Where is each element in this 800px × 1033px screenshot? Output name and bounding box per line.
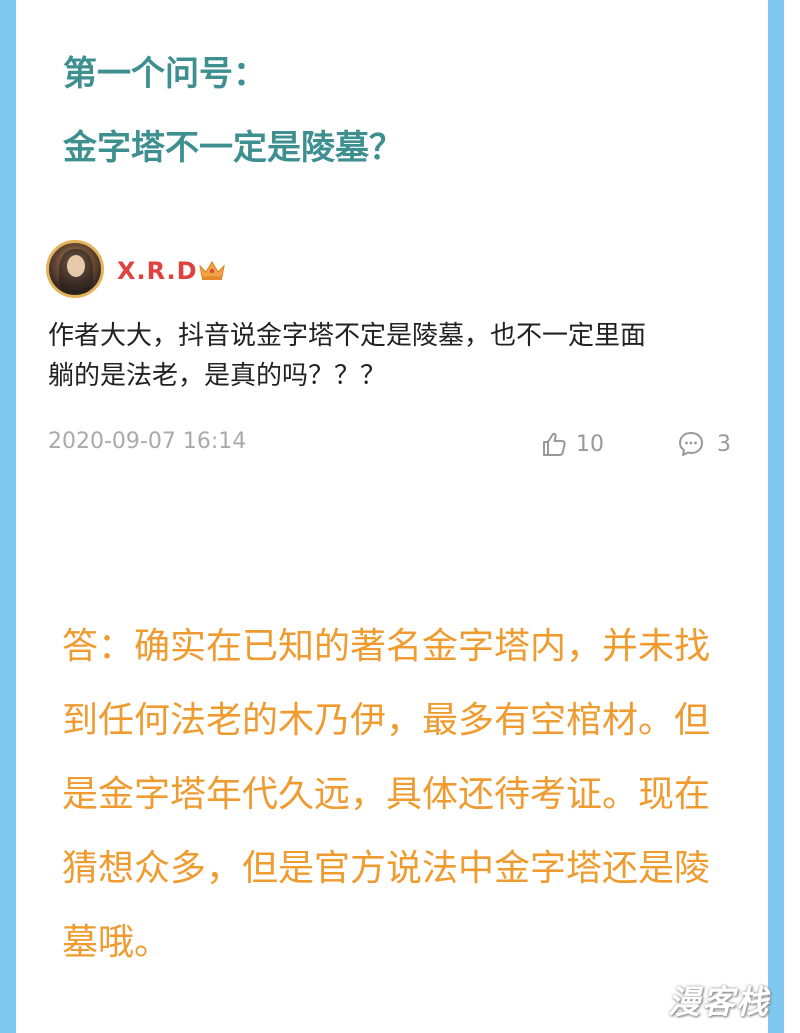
thumbs-up-icon [543, 432, 566, 456]
heading-line-1: 第一个问号： [63, 54, 267, 94]
right-border [768, 0, 784, 1033]
watermark-logo: 漫客栈 [668, 983, 771, 1021]
answer-line: 到任何法老的木乃伊，最多有空棺材。但 [62, 700, 711, 741]
comment-line: 作者大大，抖音说金字塔不定是陵墓，也不一定里面 [48, 321, 647, 351]
avatar[interactable] [46, 240, 104, 298]
like-count: 10 [576, 431, 604, 457]
username[interactable]: X.R.D [117, 257, 198, 285]
comment-text: 作者大大，抖音说金字塔不定是陵墓，也不一定里面 躺的是法老，是真的吗？？？ [48, 316, 748, 396]
answer-line: 猜想众多，但是官方说法中金字塔还是陵 [62, 848, 711, 889]
avatar-face [67, 255, 85, 277]
answer-line: 是金字塔年代久远，具体还待考证。现在 [62, 774, 711, 815]
heading-line-2: 金字塔不一定是陵墓？ [63, 128, 403, 168]
comment-timestamp: 2020-09-07 16:14 [48, 429, 247, 454]
like-button[interactable]: 10 [540, 430, 604, 458]
reply-count: 3 [717, 431, 731, 457]
answer-line: 墓哦。 [62, 922, 171, 963]
answer-text: 答：确实在已知的著名金字塔内，并未找 到任何法老的木乃伊，最多有空棺材。但 是金… [62, 610, 752, 980]
reply-button[interactable]: 3 [677, 430, 731, 458]
comment-bubble-icon [679, 432, 703, 456]
answer-line: 答：确实在已知的著名金字塔内，并未找 [62, 626, 711, 667]
crown-icon [199, 261, 225, 280]
comment-line: 躺的是法老，是真的吗？？？ [48, 361, 387, 391]
left-border [0, 0, 16, 1033]
